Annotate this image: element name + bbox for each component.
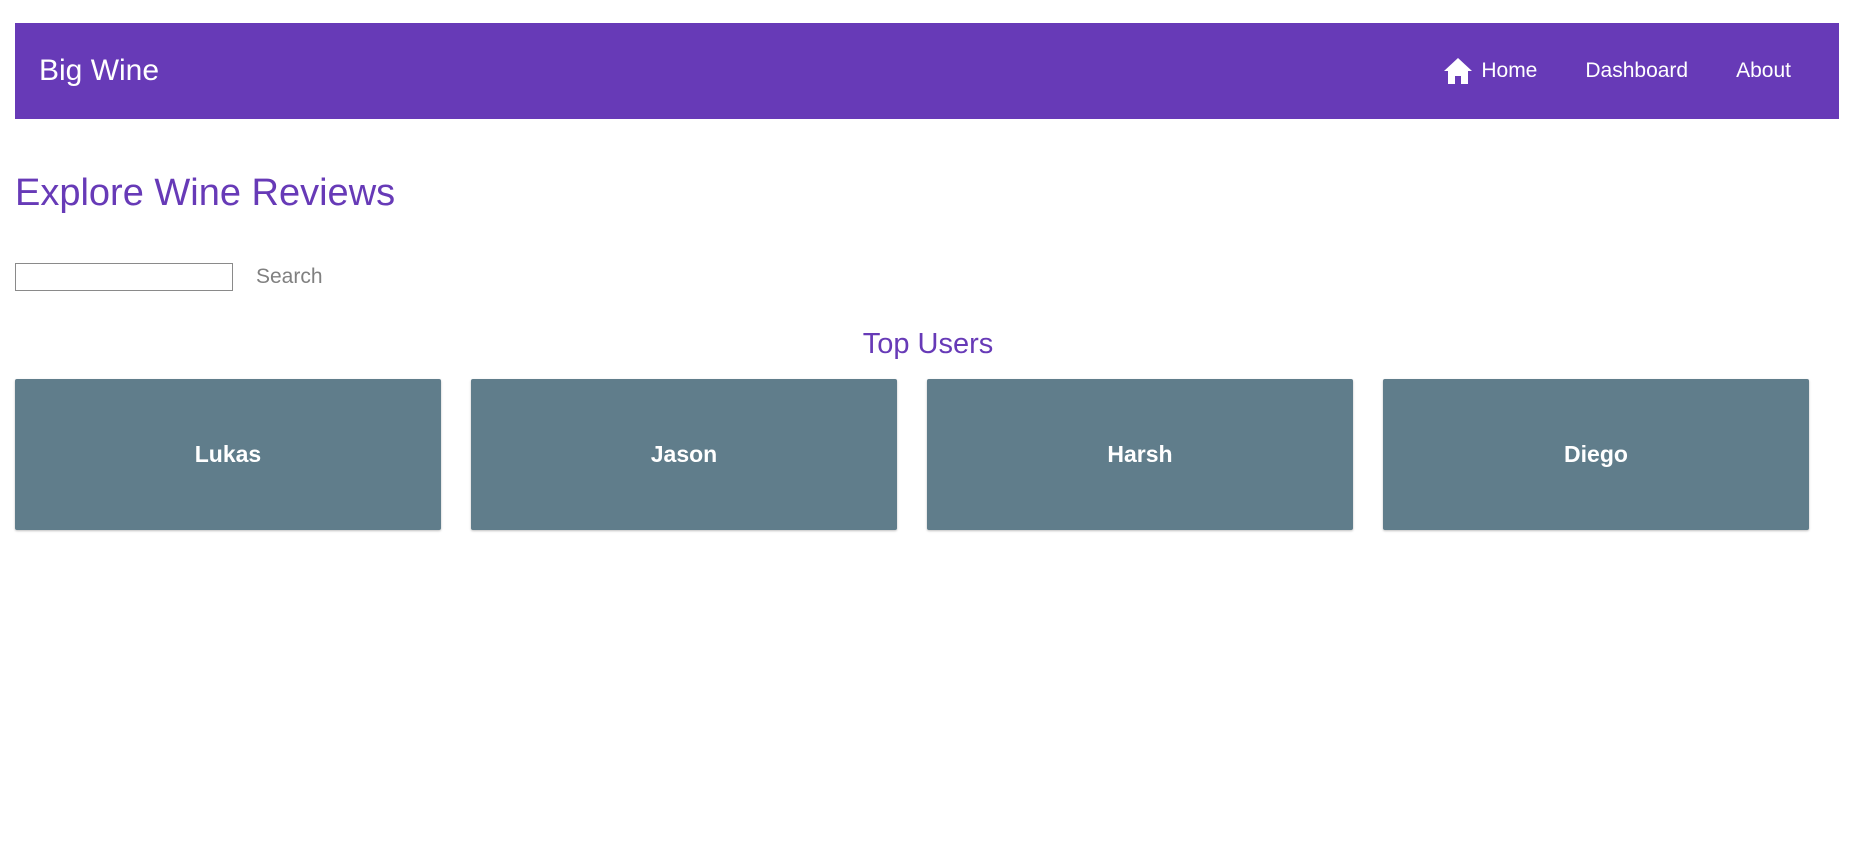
user-card-diego[interactable]: Diego bbox=[1383, 379, 1809, 530]
home-icon bbox=[1443, 57, 1473, 85]
user-name: Jason bbox=[650, 441, 718, 467]
page-title: Explore Wine Reviews bbox=[15, 172, 396, 214]
user-card-lukas[interactable]: Lukas bbox=[15, 379, 441, 530]
user-name: Harsh bbox=[1107, 441, 1173, 467]
nav-dashboard-label: Dashboard bbox=[1585, 59, 1689, 82]
nav-about-link[interactable]: About bbox=[1712, 23, 1815, 119]
nav-links: Home Dashboard About bbox=[1419, 23, 1815, 119]
user-name: Diego bbox=[1564, 441, 1628, 467]
nav-dashboard-link[interactable]: Dashboard bbox=[1561, 23, 1712, 119]
search-button[interactable]: Search bbox=[250, 262, 329, 292]
search-input[interactable] bbox=[15, 263, 233, 291]
brand-link[interactable]: Big Wine bbox=[39, 54, 159, 88]
user-card-harsh[interactable]: Harsh bbox=[927, 379, 1353, 530]
top-users-list: Lukas Jason Harsh Diego bbox=[15, 379, 1809, 530]
nav-home-link[interactable]: Home bbox=[1419, 23, 1561, 119]
user-card-jason[interactable]: Jason bbox=[471, 379, 897, 530]
navbar: Big Wine Home Dashboard About bbox=[15, 23, 1839, 119]
user-name: Lukas bbox=[194, 441, 262, 467]
nav-home-label: Home bbox=[1481, 59, 1538, 82]
top-users-title: Top Users bbox=[862, 328, 994, 360]
nav-about-label: About bbox=[1736, 59, 1791, 82]
